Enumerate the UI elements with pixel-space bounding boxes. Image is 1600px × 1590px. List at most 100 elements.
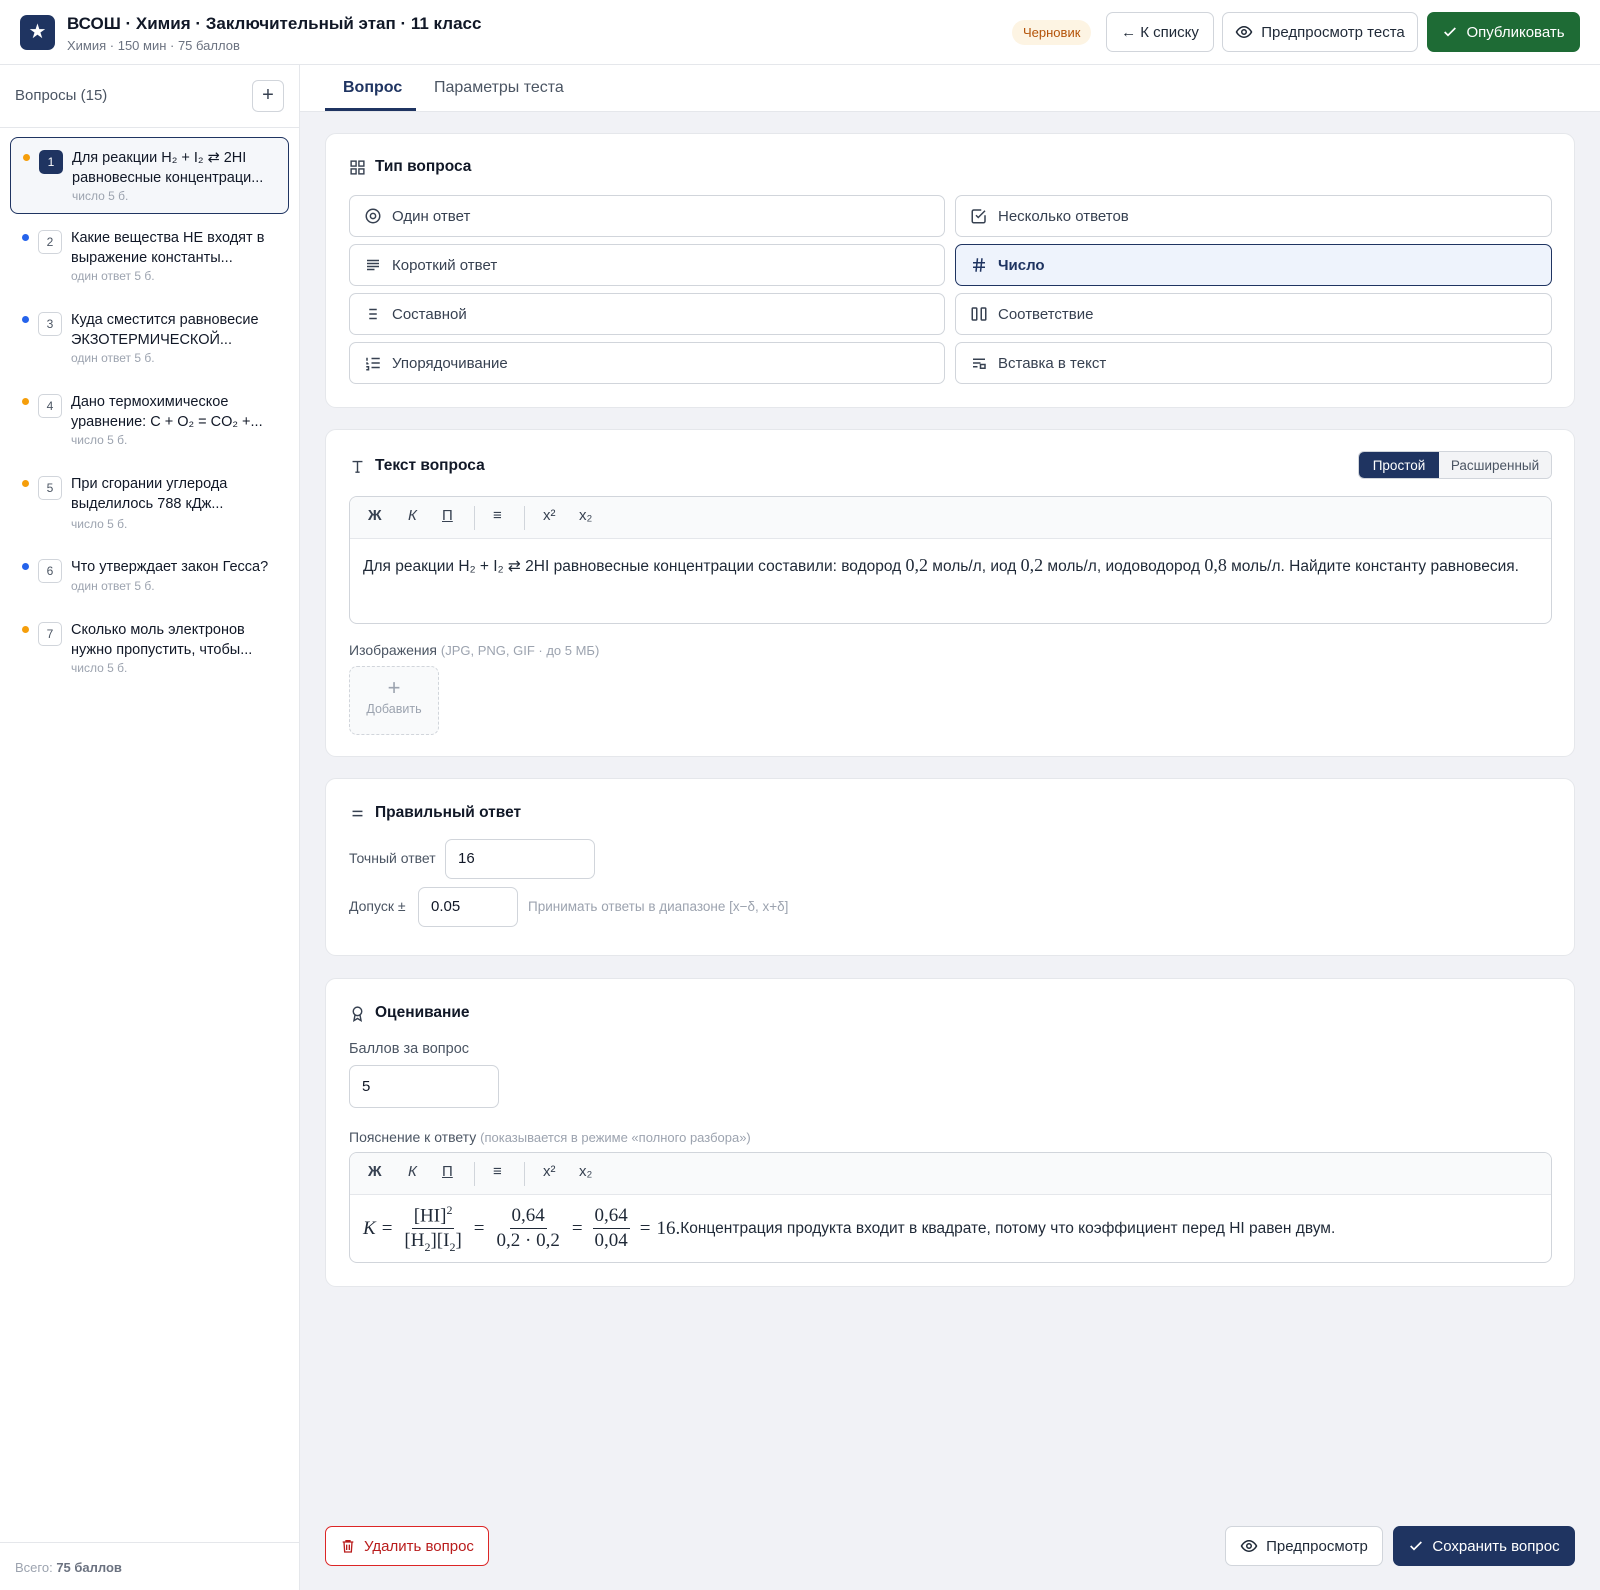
- question-text-editor: Ж К П ≡ x² x₂ Для реакции H₂ + I₂ ⇄ 2HI …: [349, 496, 1552, 624]
- formula-denominator: [H2][I2]: [402, 1229, 463, 1258]
- radio-icon: [364, 207, 382, 225]
- question-preview-line: ЭКЗОТЕРМИЧЕСКОЙ...: [71, 332, 232, 348]
- question-number: 3: [38, 312, 62, 336]
- question-meta: число 5 б.: [71, 433, 128, 447]
- underline-button[interactable]: П: [442, 1163, 453, 1180]
- status-dot: [22, 626, 29, 633]
- tab-test-settings[interactable]: Параметры теста: [434, 79, 564, 97]
- award-icon: [349, 1005, 366, 1022]
- type-option-matching[interactable]: Соответствие: [955, 293, 1552, 335]
- equals-icon: [349, 805, 366, 822]
- page-subtitle: Химия · 150 мин · 75 баллов: [67, 38, 240, 53]
- question-value: 0,8: [1204, 555, 1227, 575]
- underline-button[interactable]: П: [442, 507, 453, 524]
- type-option-short[interactable]: Короткий ответ: [349, 244, 945, 286]
- status-dot: [23, 154, 30, 161]
- explanation-hint: (показывается в режиме «полного разбора»…: [480, 1130, 751, 1145]
- editor-toolbar: Ж К П ≡ x² x₂: [350, 1153, 1551, 1195]
- checkbox-icon: [970, 207, 988, 225]
- add-image-button[interactable]: + Добавить: [349, 666, 439, 735]
- italic-button[interactable]: К: [408, 1163, 417, 1180]
- app-logo-star-icon: ★: [20, 15, 55, 50]
- divider: [0, 1542, 300, 1543]
- question-meta: один ответ 5 б.: [71, 269, 155, 283]
- type-option-number[interactable]: Число: [955, 244, 1552, 286]
- type-option-fill-in[interactable]: Вставка в текст: [955, 342, 1552, 384]
- question-text-content[interactable]: Для реакции H₂ + I₂ ⇄ 2HI равновесные ко…: [350, 539, 1551, 593]
- question-number: 2: [38, 230, 62, 254]
- question-preview-line: Для реакции H₂ + I₂ ⇄ 2HI: [72, 150, 247, 166]
- question-meta: один ответ 5 б.: [71, 351, 155, 365]
- toolbar-divider: [524, 1162, 525, 1186]
- check-icon: [1442, 24, 1458, 40]
- type-option-label: Составной: [392, 305, 467, 323]
- question-text-title: Текст вопроса: [375, 457, 485, 474]
- question-list-item[interactable]: 3 Куда сместится равновесие ЭКЗОТЕРМИЧЕСК…: [10, 300, 289, 378]
- preview-test-button[interactable]: Предпросмотр теста: [1222, 12, 1418, 52]
- question-number: 6: [38, 559, 62, 583]
- explanation-label: Пояснение к ответу (показывается в режим…: [349, 1129, 751, 1145]
- type-option-multiple[interactable]: Несколько ответов: [955, 195, 1552, 237]
- bold-button[interactable]: Ж: [368, 1163, 382, 1180]
- superscript-button[interactable]: x²: [543, 507, 556, 524]
- tolerance-input[interactable]: 0.05: [418, 887, 518, 927]
- list-icon: [364, 305, 382, 323]
- formula-denominator: 0,2 · 0,2: [496, 1230, 560, 1251]
- question-preview-line: Сколько моль электронов: [71, 622, 245, 638]
- question-list-item[interactable]: 4 Дано термохимическое уравнение: C + O₂ …: [10, 382, 289, 460]
- correct-answer-card: Правильный ответ Точный ответ 16 Допуск …: [325, 778, 1575, 956]
- list-button[interactable]: ≡: [493, 1163, 502, 1180]
- tab-question[interactable]: Вопрос: [343, 79, 402, 97]
- formula-k: K: [363, 1217, 376, 1239]
- explanation-content[interactable]: K = [HI]2 [H2][I2] = 0,64 0,2 · 0,2 = 0,…: [350, 1195, 1551, 1262]
- bold-button[interactable]: Ж: [368, 507, 382, 524]
- formula-fraction: 0,64 0,04: [592, 1205, 630, 1252]
- mode-advanced-button[interactable]: Расширенный: [1439, 452, 1551, 478]
- question-list-item[interactable]: 2 Какие вещества НЕ входят в выражение ко…: [10, 218, 289, 296]
- question-preview: Какие вещества НЕ входят в выражение конс…: [71, 228, 281, 268]
- list-button[interactable]: ≡: [493, 507, 502, 524]
- question-preview-line: Что утверждает закон Гесса?: [71, 559, 269, 575]
- question-list-item[interactable]: 5 При сгорании углерода выделилось 788 кД…: [10, 464, 289, 544]
- question-text-card: Текст вопроса Простой Расширенный Ж К П …: [325, 429, 1575, 757]
- subscript-button[interactable]: x₂: [579, 507, 592, 524]
- lines-icon: [364, 256, 382, 274]
- type-option-composite[interactable]: Составной: [349, 293, 945, 335]
- formula-fraction: [HI]2 [H2][I2]: [402, 1199, 463, 1258]
- formula-equals: =: [639, 1217, 651, 1239]
- columns-icon: [970, 305, 988, 323]
- question-type-title: Тип вопроса: [375, 158, 472, 175]
- question-list-item[interactable]: 6 Что утверждает закон Гесса? один ответ…: [10, 547, 289, 607]
- formula-result: 16.: [656, 1217, 681, 1239]
- subscript-button[interactable]: x₂: [579, 1163, 592, 1180]
- question-list-item[interactable]: 7 Сколько моль электронов нужно пропустит…: [10, 610, 289, 688]
- toolbar-divider: [474, 506, 475, 530]
- italic-button[interactable]: К: [408, 507, 417, 524]
- eye-icon: [1240, 1537, 1258, 1555]
- points-input[interactable]: 5: [349, 1065, 499, 1108]
- superscript-button[interactable]: x²: [543, 1163, 556, 1180]
- exact-answer-input[interactable]: 16: [445, 839, 595, 879]
- type-option-label: Число: [998, 256, 1045, 274]
- question-preview: При сгорании углерода выделилось 788 кДж.…: [71, 474, 281, 514]
- mode-simple-button[interactable]: Простой: [1359, 452, 1439, 478]
- questions-sidebar: Вопросы (15) + 1 Для реакции H₂ + I₂ ⇄ 2…: [0, 65, 300, 1590]
- type-option-ordering[interactable]: Упорядочивание: [349, 342, 945, 384]
- formula-superscript: 2: [446, 1202, 453, 1217]
- save-question-button[interactable]: Сохранить вопрос: [1393, 1526, 1575, 1566]
- formula-term: [HI]: [413, 1205, 447, 1227]
- preview-button[interactable]: Предпросмотр: [1225, 1526, 1383, 1566]
- delete-question-button[interactable]: Удалить вопрос: [325, 1526, 489, 1566]
- back-to-list-button[interactable]: ← К списку: [1106, 12, 1214, 52]
- add-question-button[interactable]: +: [252, 80, 284, 112]
- publish-button[interactable]: Опубликовать: [1427, 12, 1580, 52]
- status-badge: Черновик: [1012, 20, 1092, 45]
- question-list-item[interactable]: 1 Для реакции H₂ + I₂ ⇄ 2HI равновесные к…: [10, 137, 289, 214]
- question-text-heading: Текст вопроса: [349, 457, 485, 475]
- type-option-single[interactable]: Один ответ: [349, 195, 945, 237]
- question-preview-line: Куда сместится равновесие: [71, 312, 259, 328]
- status-dot: [22, 234, 29, 241]
- preview-test-label: Предпросмотр теста: [1261, 23, 1405, 41]
- status-dot: [22, 563, 29, 570]
- question-number: 1: [39, 150, 63, 174]
